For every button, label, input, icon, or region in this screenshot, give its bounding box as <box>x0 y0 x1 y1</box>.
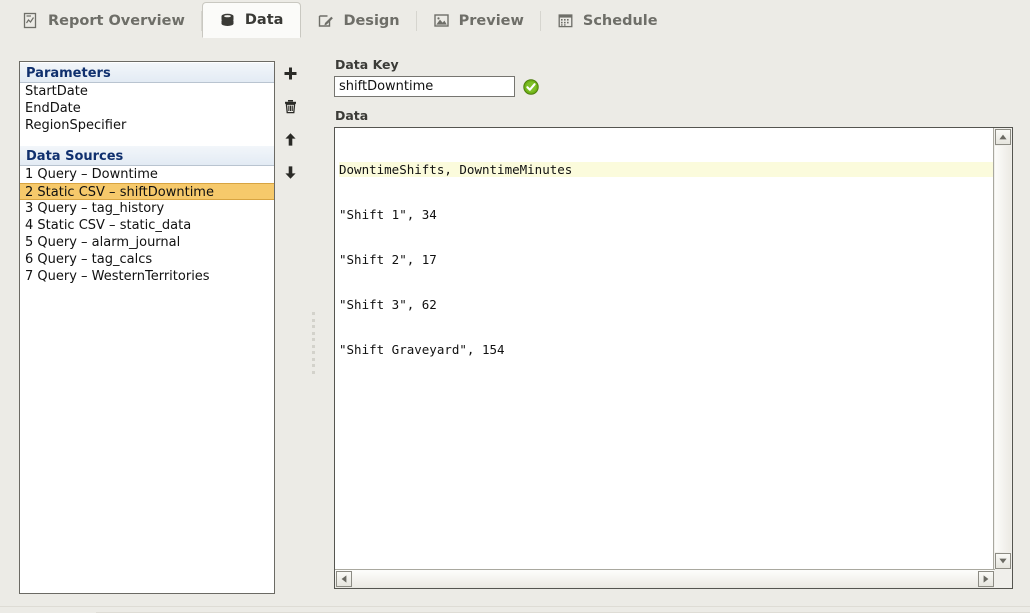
data-sources-panel: Parameters StartDate EndDate RegionSpeci… <box>19 61 275 594</box>
green-check-icon <box>523 78 539 95</box>
tab-preview[interactable]: Preview <box>417 4 541 37</box>
list-item-data-source[interactable]: 5 Query – alarm_journal <box>20 234 274 251</box>
list-item-data-source[interactable]: 6 Query – tag_calcs <box>20 251 274 268</box>
bottom-divider <box>0 606 1030 607</box>
data-key-input[interactable] <box>334 76 515 97</box>
list-item-data-source[interactable]: 4 Static CSV – static_data <box>20 217 274 234</box>
csv-editor[interactable]: DowntimeShifts, DowntimeMinutes "Shift 1… <box>334 127 1013 589</box>
scroll-down-icon[interactable] <box>995 553 1011 569</box>
parameters-header: Parameters <box>20 62 274 83</box>
tab-data[interactable]: Data <box>201 2 302 38</box>
vertical-scrollbar[interactable] <box>993 128 1012 570</box>
tab-label: Design <box>343 12 400 29</box>
scroll-up-icon[interactable] <box>995 129 1011 145</box>
report-overview-icon <box>22 12 39 29</box>
database-icon <box>219 12 236 29</box>
list-item-parameter[interactable]: StartDate <box>20 83 274 100</box>
list-item-data-source[interactable]: 1 Query – Downtime <box>20 166 274 183</box>
tab-design[interactable]: Design <box>301 4 417 37</box>
list-item-data-source[interactable]: 3 Query – tag_history <box>20 200 274 217</box>
vertical-scrollbar-track[interactable] <box>995 146 1011 552</box>
csv-header-line: DowntimeShifts, DowntimeMinutes <box>339 162 995 177</box>
move-data-source-up-button[interactable] <box>280 129 300 149</box>
list-item-data-source-selected[interactable]: 2 Static CSV – shiftDowntime <box>20 183 274 200</box>
horizontal-scrollbar-track[interactable] <box>353 571 977 587</box>
csv-row: "Shift 2", 17 <box>339 252 437 267</box>
data-source-toolbar <box>279 63 301 182</box>
data-key-row <box>334 76 1014 97</box>
csv-row: "Shift 3", 62 <box>339 297 437 312</box>
add-data-source-button[interactable] <box>280 63 300 83</box>
csv-row: "Shift Graveyard", 154 <box>339 342 505 357</box>
data-sources-header: Data Sources <box>20 145 274 166</box>
tab-label: Schedule <box>582 12 658 29</box>
delete-data-source-button[interactable] <box>280 96 300 116</box>
pencil-edit-icon <box>317 12 334 29</box>
list-item-parameter[interactable]: EndDate <box>20 100 274 117</box>
arrow-down-icon <box>284 165 296 179</box>
move-data-source-down-button[interactable] <box>280 162 300 182</box>
tab-label: Report Overview <box>48 12 185 29</box>
csv-text-content[interactable]: DowntimeShifts, DowntimeMinutes "Shift 1… <box>335 128 995 570</box>
tab-label: Data <box>244 12 284 28</box>
image-preview-icon <box>433 12 450 29</box>
data-source-editor: Data Key Data DowntimeShifts, DowntimeMi… <box>334 57 1014 597</box>
horizontal-scrollbar[interactable] <box>335 569 995 588</box>
main-tab-bar: Report Overview Data Design Preview Sche… <box>0 0 1030 38</box>
list-item-data-source[interactable]: 7 Query – WesternTerritories <box>20 268 274 285</box>
plus-icon <box>284 67 296 79</box>
panel-splitter-handle[interactable] <box>309 312 317 374</box>
arrow-up-icon <box>284 132 296 146</box>
data-key-label: Data Key <box>335 57 399 72</box>
tab-label: Preview <box>458 12 524 29</box>
csv-row: "Shift 1", 34 <box>339 207 437 222</box>
scrollbar-corner <box>994 570 1012 588</box>
calendar-icon <box>557 12 574 29</box>
scroll-right-icon[interactable] <box>978 571 994 587</box>
scroll-left-icon[interactable] <box>336 571 352 587</box>
data-tab-content: Parameters StartDate EndDate RegionSpeci… <box>0 37 1030 613</box>
trash-icon <box>284 99 296 113</box>
data-label: Data <box>335 108 369 123</box>
list-item-parameter[interactable]: RegionSpecifier <box>20 117 274 134</box>
tab-schedule[interactable]: Schedule <box>541 4 675 37</box>
tab-report-overview[interactable]: Report Overview <box>0 4 202 37</box>
